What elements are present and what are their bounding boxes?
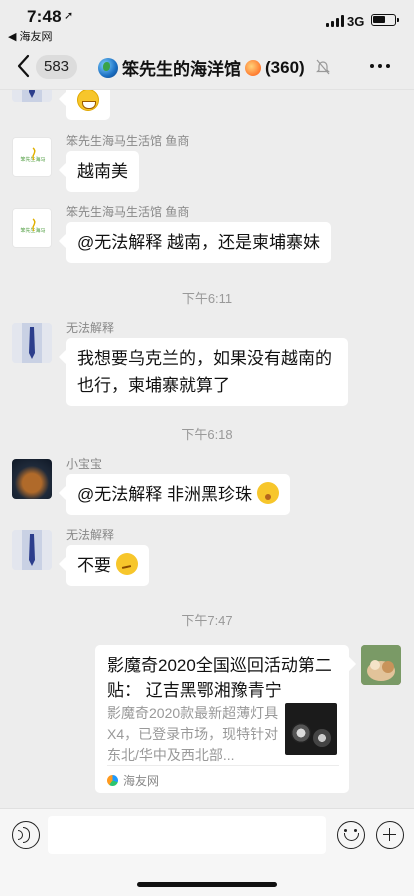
message-text-line: 我想要乌克兰的，如果没有越南的 [77, 349, 332, 368]
plus-icon[interactable] [376, 821, 404, 849]
voice-icon[interactable] [12, 821, 40, 849]
link-card-title: 影魔奇2020全国巡回活动第二贴： 辽吉黑鄂湘豫青宁 [107, 656, 332, 700]
message-text: @无法解释 非洲黑珍珠 [77, 485, 252, 504]
mute-bell-icon [316, 59, 330, 80]
status-bar: 7:48 ➚ ◀ 海友网 3G [0, 0, 414, 44]
flushed-emoji-icon [256, 482, 279, 504]
chat-header: 583 笨先生的海洋馆 (360) [0, 44, 414, 90]
back-button[interactable] [16, 54, 34, 80]
more-icon [370, 64, 374, 68]
link-card-description: 影魔奇2020款最新超薄灯具X4，已登录市场，现特针对东北/华中及西北部... [107, 705, 279, 763]
timestamp: 下午6:11 [181, 291, 233, 306]
avatar[interactable]: 笨先生海马 [12, 137, 52, 177]
message-text: 越南美 [77, 162, 128, 181]
timestamp: 下午6:18 [181, 427, 233, 442]
sender-name: 笨先生海马生活馆 鱼商 [66, 205, 190, 219]
message-text-line: 也行，柬埔寨就算了 [77, 376, 230, 395]
message-input[interactable] [48, 816, 326, 854]
emoji-icon[interactable] [337, 821, 365, 849]
group-name: 笨先生的海洋馆 [122, 60, 241, 79]
location-arrow-icon: ➚ [64, 10, 74, 22]
back-to-app-link[interactable]: ◀ 海友网 [8, 28, 53, 44]
sender-name: 无法解释 [66, 321, 115, 335]
message-bubble[interactable]: @无法解释 越南，还是柬埔寨妹 [66, 222, 331, 263]
timestamp: 下午7:47 [181, 613, 233, 628]
link-card[interactable]: 影魔奇2020全国巡回活动第二贴： 辽吉黑鄂湘豫青宁 影魔奇2020款最新超薄灯… [95, 645, 349, 793]
source-name: 海友网 [123, 774, 160, 788]
grin-emoji-icon [77, 90, 99, 111]
back-chevron-icon [17, 54, 30, 78]
unread-count-badge[interactable]: 583 [36, 55, 78, 79]
divider [107, 765, 339, 766]
message-bubble[interactable]: @无法解释 非洲黑珍珠 [66, 474, 290, 515]
chat-title[interactable]: 笨先生的海洋馆 (360) [98, 55, 305, 80]
link-card-thumbnail [285, 703, 337, 755]
link-card-source: 海友网 [107, 772, 159, 789]
signal-strength-icon [326, 15, 344, 27]
avatar[interactable] [12, 90, 52, 102]
globe-icon [98, 57, 118, 78]
message-bubble[interactable] [66, 90, 110, 120]
my-avatar[interactable] [361, 645, 401, 685]
battery-icon [371, 14, 399, 26]
fishball-icon [245, 59, 261, 76]
more-button[interactable] [370, 64, 390, 68]
avatar[interactable] [12, 323, 52, 363]
message-bubble[interactable]: 不要 [66, 545, 149, 586]
avatar[interactable] [12, 530, 52, 570]
sender-name: 笨先生海马生活馆 鱼商 [66, 134, 190, 148]
sender-name: 小宝宝 [66, 457, 103, 471]
thinking-emoji-icon [115, 553, 138, 575]
avatar[interactable]: 笨先生海马 [12, 208, 52, 248]
member-count: (360) [265, 57, 305, 77]
message-bubble[interactable]: 我想要乌克兰的，如果没有越南的 也行，柬埔寨就算了 [66, 338, 348, 406]
message-text: @无法解释 越南，还是柬埔寨妹 [77, 233, 320, 252]
message-bubble[interactable]: 越南美 [66, 151, 139, 192]
home-indicator[interactable] [137, 882, 277, 887]
network-type: 3G [347, 14, 365, 29]
message-text: 不要 [77, 556, 111, 575]
status-time: 7:48 [27, 7, 62, 26]
source-app-icon [107, 775, 118, 786]
sender-name: 无法解释 [66, 528, 115, 542]
avatar[interactable] [12, 459, 52, 499]
message-list[interactable]: 笨先生海马 笨先生海马生活馆 鱼商 越南美 笨先生海马 笨先生海马生活馆 鱼商 … [0, 90, 414, 808]
